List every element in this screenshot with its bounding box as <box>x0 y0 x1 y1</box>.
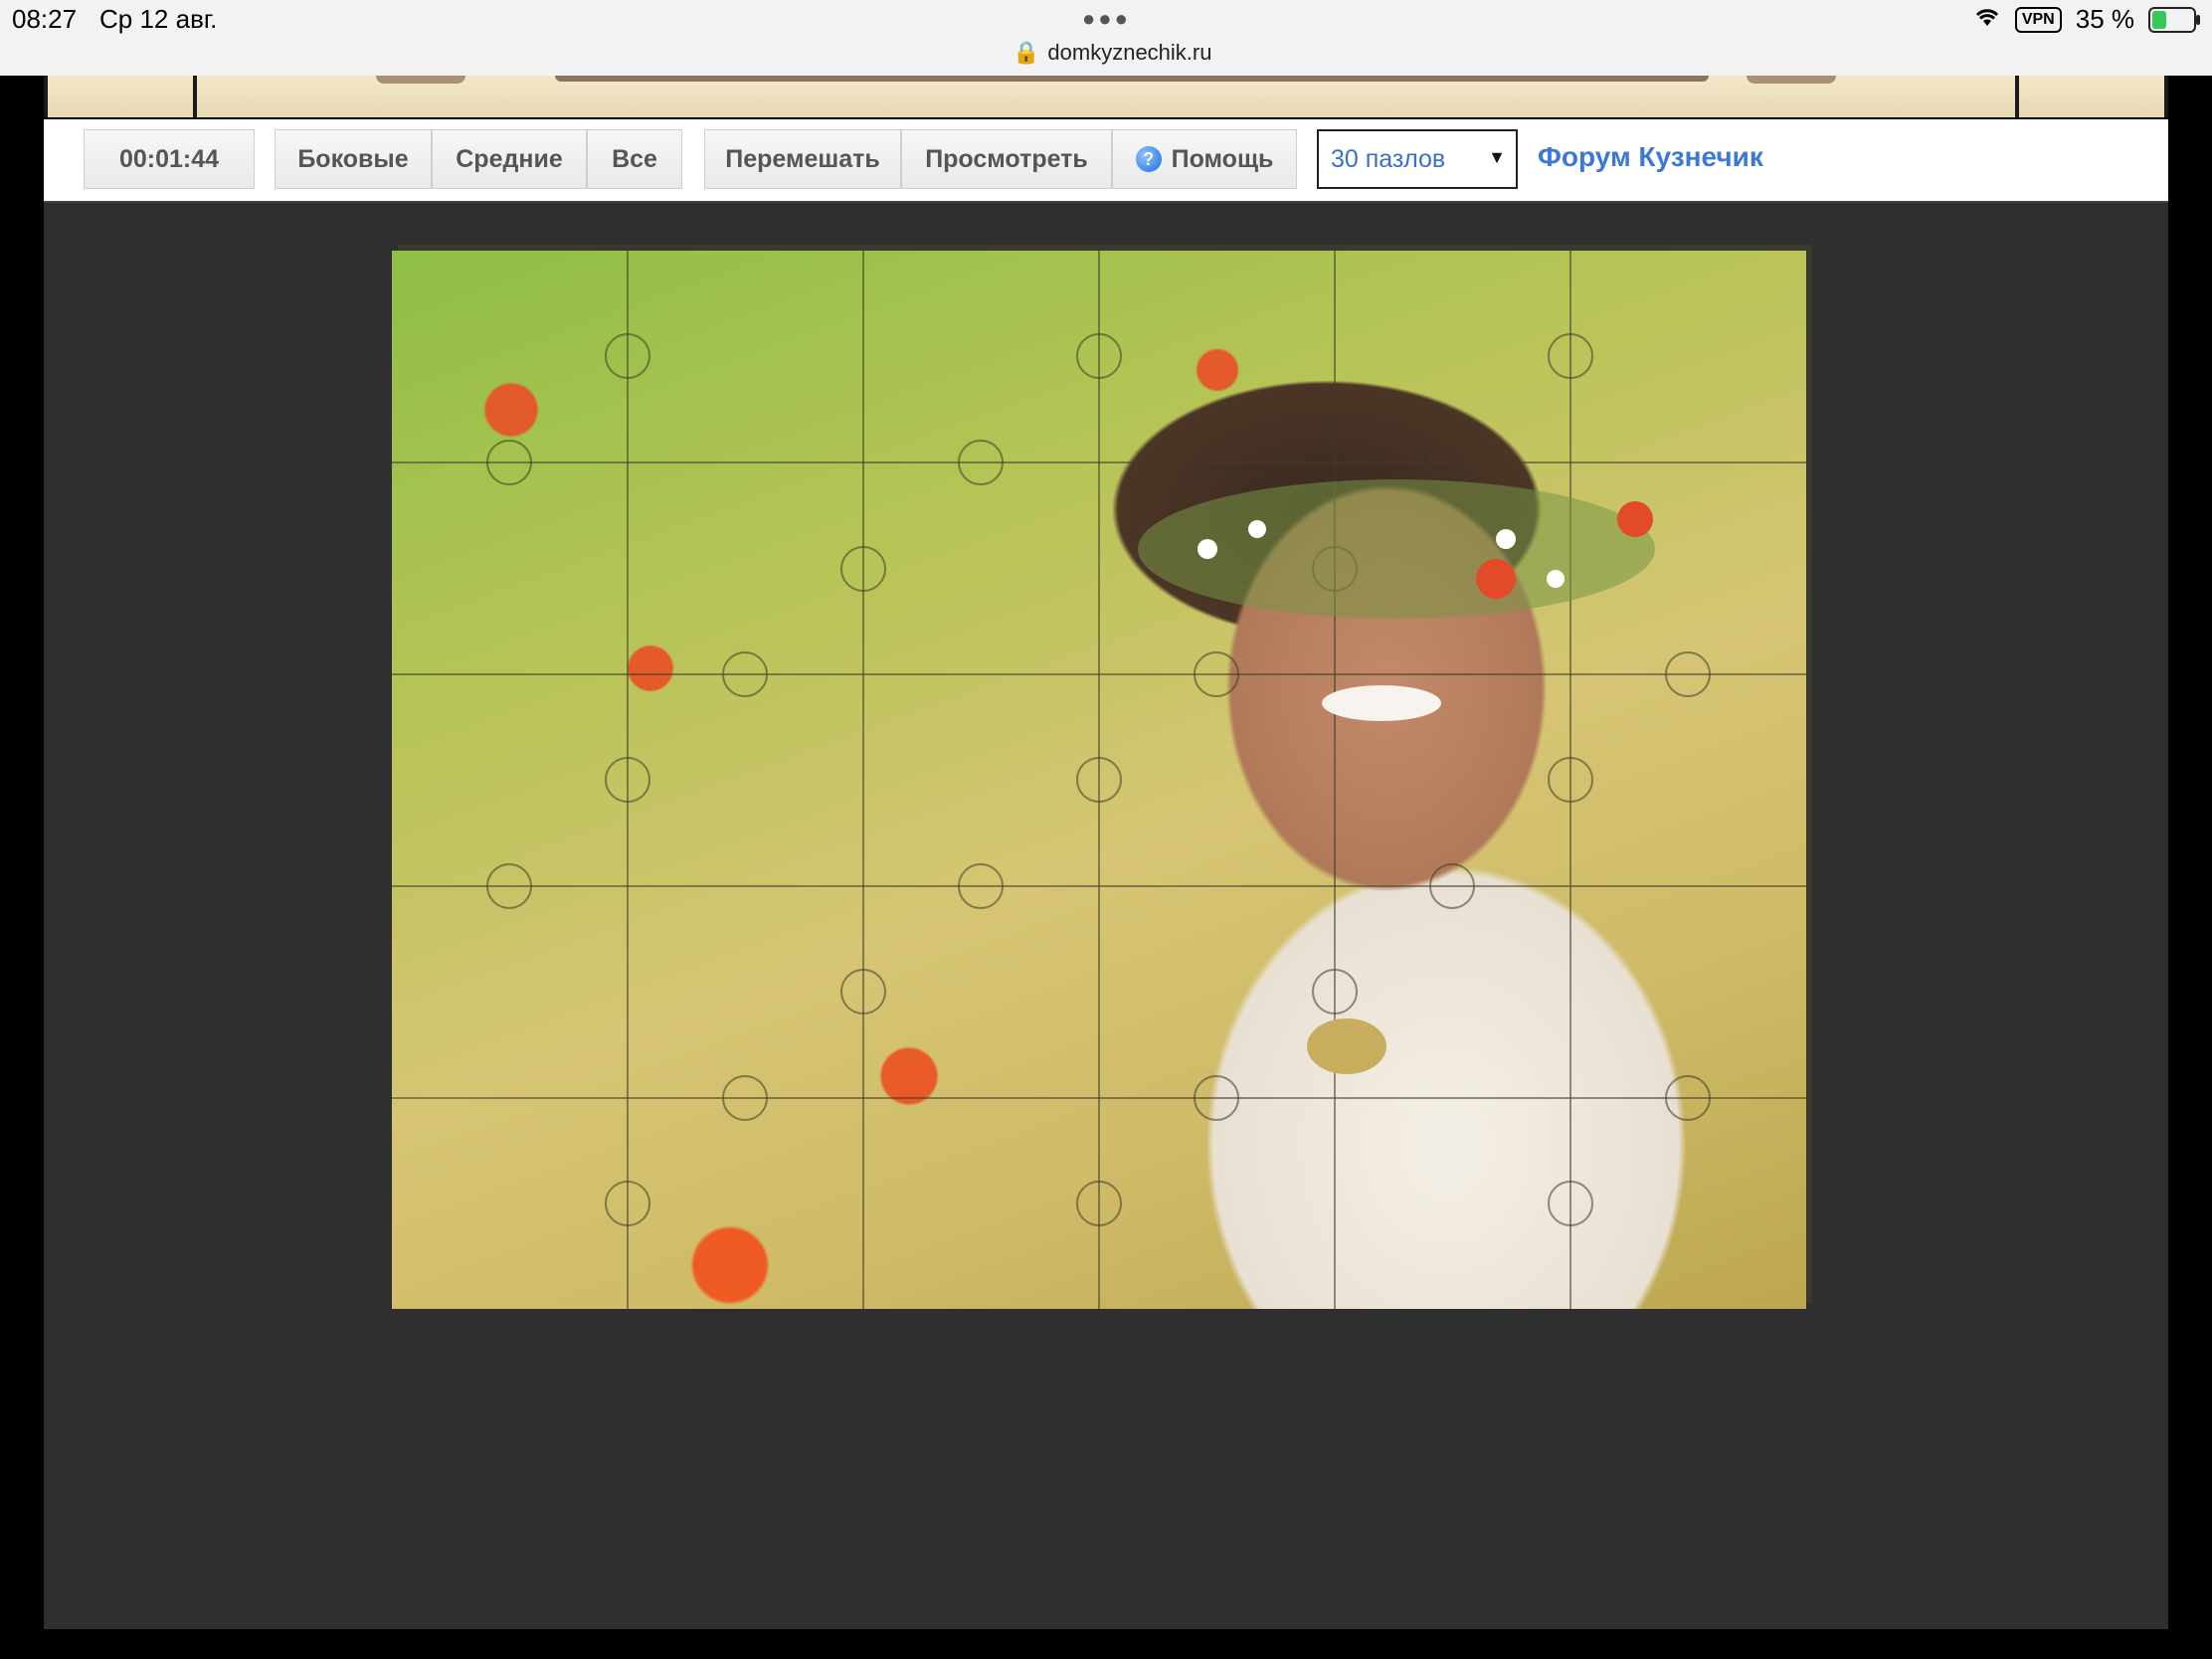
puzzle-board <box>44 203 2168 1629</box>
help-label: Помощь <box>1171 144 1274 173</box>
filter-middle-button[interactable]: Средние <box>432 129 587 189</box>
piece-count-select[interactable]: 30 пазлов ▼ <box>1317 129 1518 189</box>
preview-button[interactable]: Просмотреть <box>901 129 1112 189</box>
puzzle-toolbar: 00:01:44 Боковые Средние Все Перемешать … <box>44 119 2168 203</box>
shuffle-button[interactable]: Перемешать <box>704 129 901 189</box>
date: Ср 12 авг. <box>99 4 218 34</box>
help-button[interactable]: ? Помощь <box>1112 129 1297 189</box>
ios-status-bar: 08:27 Ср 12 авг. ●●● 🔒 domkyznechik.ru V… <box>0 0 2212 76</box>
help-icon: ? <box>1135 146 1162 172</box>
puzzle-image[interactable] <box>392 251 1806 1309</box>
piece-count-value: 30 пазлов <box>1331 144 1446 173</box>
battery-icon <box>2148 6 2200 33</box>
multitasking-dots-icon[interactable]: ●●● <box>1082 6 1131 32</box>
lock-icon: 🔒 <box>1013 40 1040 65</box>
forum-link[interactable]: Форум Кузнечик <box>1538 141 1763 173</box>
timer: 00:01:44 <box>84 129 255 189</box>
url-text: domkyznechik.ru <box>1047 40 1212 65</box>
site-header-strip <box>44 76 2168 117</box>
clock: 08:27 <box>12 4 78 34</box>
address-bar[interactable]: 🔒 domkyznechik.ru <box>1013 40 1211 66</box>
dropdown-arrow-icon: ▼ <box>1488 147 1506 167</box>
vpn-badge: VPN <box>2014 6 2062 33</box>
battery-percent: 35 % <box>2075 4 2134 34</box>
wifi-icon <box>1973 4 2001 35</box>
filter-edge-button[interactable]: Боковые <box>275 129 432 189</box>
filter-all-button[interactable]: Все <box>587 129 682 189</box>
puzzle-piece-grid <box>392 251 1806 1309</box>
